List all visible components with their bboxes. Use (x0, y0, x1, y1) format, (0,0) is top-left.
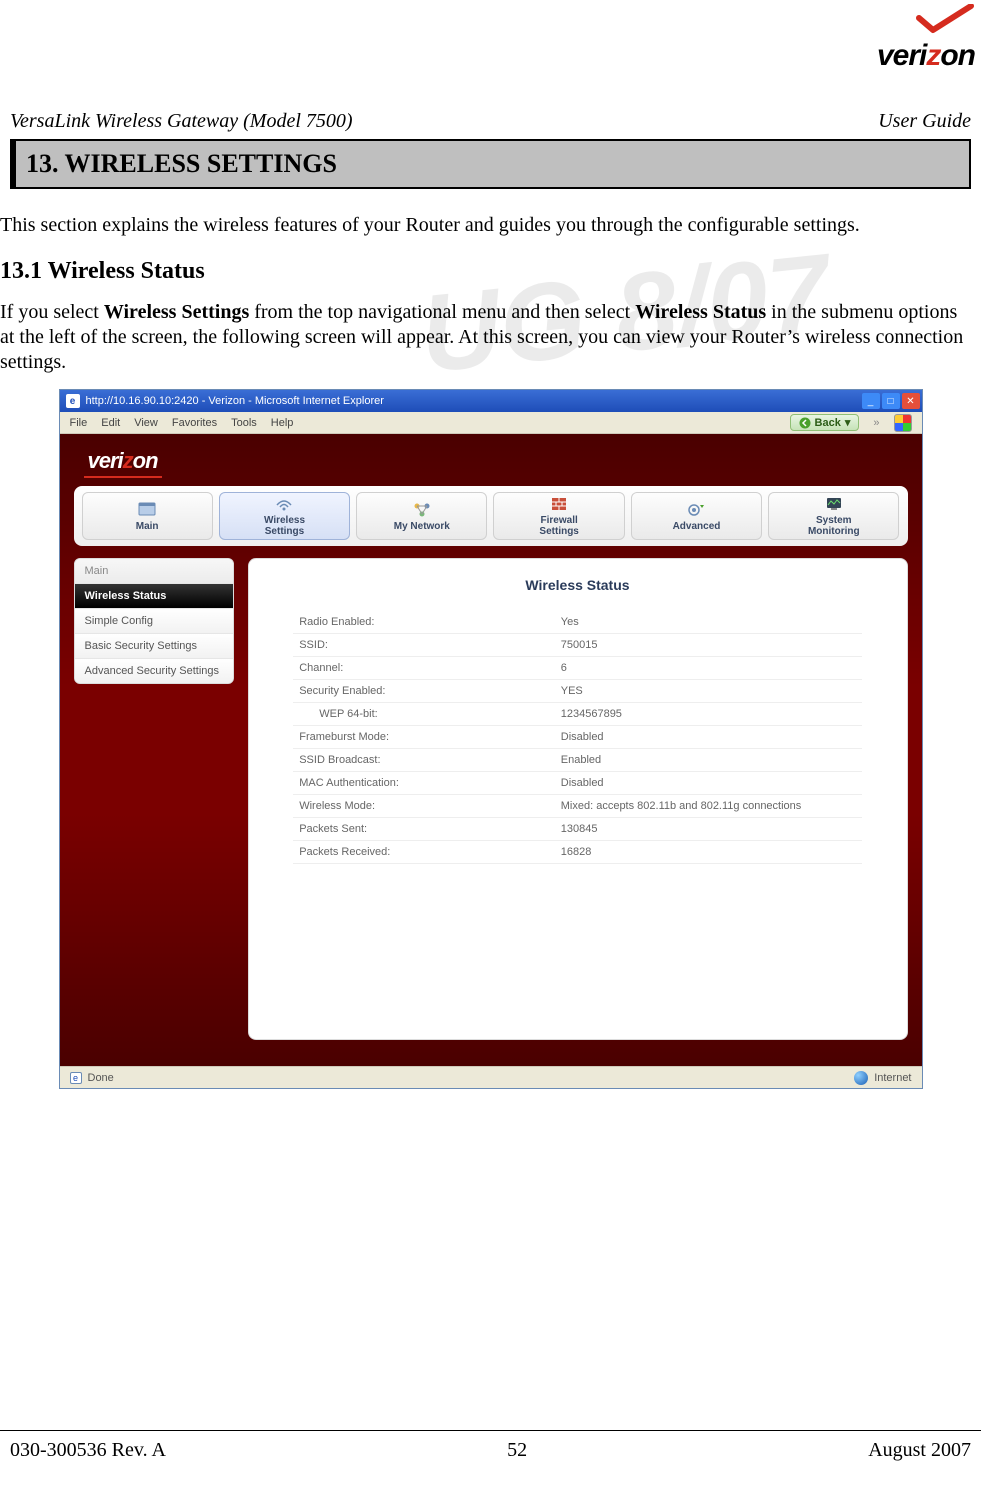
status-ie-icon: e (70, 1072, 82, 1084)
doc-title-left: VersaLink Wireless Gateway (Model 7500) (10, 110, 353, 133)
row-wireless-mode: Wireless Mode:Mixed: accepts 802.11b and… (293, 795, 862, 818)
sidebar-item-advanced-security[interactable]: Advanced Security Settings (75, 659, 233, 683)
back-icon (799, 417, 811, 429)
doc-title-right: User Guide (878, 110, 971, 133)
row-packets-sent: Packets Sent:130845 (293, 818, 862, 841)
network-icon (412, 501, 432, 519)
row-ssid: SSID:750015 (293, 634, 862, 657)
doc-header: VersaLink Wireless Gateway (Model 7500) … (0, 10, 981, 139)
tab-firewall-settings[interactable]: Firewall Settings (493, 492, 624, 540)
row-ssid-broadcast: SSID Broadcast:Enabled (293, 749, 862, 772)
menu-file[interactable]: File (70, 417, 88, 429)
footer-left: 030-300536 Rev. A (10, 1439, 166, 1462)
row-channel: Channel:6 (293, 657, 862, 680)
row-wep: WEP 64-bit:1234567895 (293, 703, 862, 726)
tab-main[interactable]: Main (82, 492, 213, 540)
row-radio-enabled: Radio Enabled:Yes (293, 611, 862, 634)
status-internet: Internet (874, 1072, 911, 1084)
main-icon (137, 501, 157, 519)
tab-my-network[interactable]: My Network (356, 492, 487, 540)
sidebar-item-wireless-status[interactable]: Wireless Status (75, 584, 233, 609)
row-mac-auth: MAC Authentication:Disabled (293, 772, 862, 795)
internet-icon (854, 1071, 868, 1085)
tab-wireless-settings[interactable]: Wireless Settings (219, 492, 350, 540)
browser-menubar: File Edit View Favorites Tools Help Back… (60, 412, 922, 434)
status-done: Done (88, 1072, 114, 1084)
window-title: http://10.16.90.10:2420 - Verizon - Micr… (86, 395, 384, 407)
panel-title: Wireless Status (269, 577, 887, 593)
page-footer: 030-300536 Rev. A 52 August 2007 (0, 1430, 981, 1462)
windows-flag-icon[interactable] (894, 414, 912, 432)
status-table: Radio Enabled:Yes SSID:750015 Channel:6 … (293, 611, 862, 864)
body-paragraph: If you select Wireless Settings from the… (0, 300, 971, 375)
window-titlebar: e http://10.16.90.10:2420 - Verizon - Mi… (60, 390, 922, 412)
browser-window: e http://10.16.90.10:2420 - Verizon - Mi… (59, 389, 923, 1089)
verizon-logo: verizon (877, 4, 975, 73)
menu-view[interactable]: View (134, 417, 158, 429)
menu-favorites[interactable]: Favorites (172, 417, 217, 429)
page-viewport: verizon Main Wireless Settings My Networ… (60, 434, 922, 1066)
minimize-button[interactable]: _ (862, 393, 880, 409)
tab-system-monitoring[interactable]: System Monitoring (768, 492, 899, 540)
monitoring-icon (824, 495, 844, 513)
menu-tools[interactable]: Tools (231, 417, 257, 429)
maximize-button[interactable]: □ (882, 393, 900, 409)
menu-edit[interactable]: Edit (101, 417, 120, 429)
content-panel: Wireless Status Radio Enabled:Yes SSID:7… (248, 558, 908, 1040)
advanced-icon (686, 501, 706, 519)
sidebar: Main Wireless Status Simple Config Basic… (74, 558, 234, 1040)
menu-help[interactable]: Help (271, 417, 294, 429)
ie-icon: e (66, 394, 80, 408)
intro-paragraph: This section explains the wireless featu… (0, 213, 971, 238)
site-logo: verizon (84, 448, 162, 478)
row-security-enabled: Security Enabled:YES (293, 680, 862, 703)
row-frameburst: Frameburst Mode:Disabled (293, 726, 862, 749)
firewall-icon (549, 495, 569, 513)
site-header: verizon (60, 434, 922, 478)
section-heading: 13. WIRELESS SETTINGS (10, 139, 971, 189)
wireless-icon (274, 495, 294, 513)
subsection-heading: 13.1 Wireless Status (0, 256, 971, 286)
footer-right: August 2007 (868, 1439, 971, 1462)
top-nav-tabs: Main Wireless Settings My Network Firewa… (74, 486, 908, 546)
sidebar-item-simple-config[interactable]: Simple Config (75, 609, 233, 634)
close-button[interactable]: ✕ (902, 393, 920, 409)
row-packets-received: Packets Received:16828 (293, 841, 862, 864)
tab-advanced[interactable]: Advanced (631, 492, 762, 540)
verizon-check-icon (915, 4, 975, 34)
footer-page: 52 (507, 1439, 527, 1462)
back-button[interactable]: Back ▾ (790, 414, 860, 431)
sidebar-header[interactable]: Main (75, 559, 233, 584)
browser-statusbar: e Done Internet (60, 1066, 922, 1088)
sidebar-item-basic-security[interactable]: Basic Security Settings (75, 634, 233, 659)
toolbar-chevron[interactable]: » (873, 417, 879, 429)
